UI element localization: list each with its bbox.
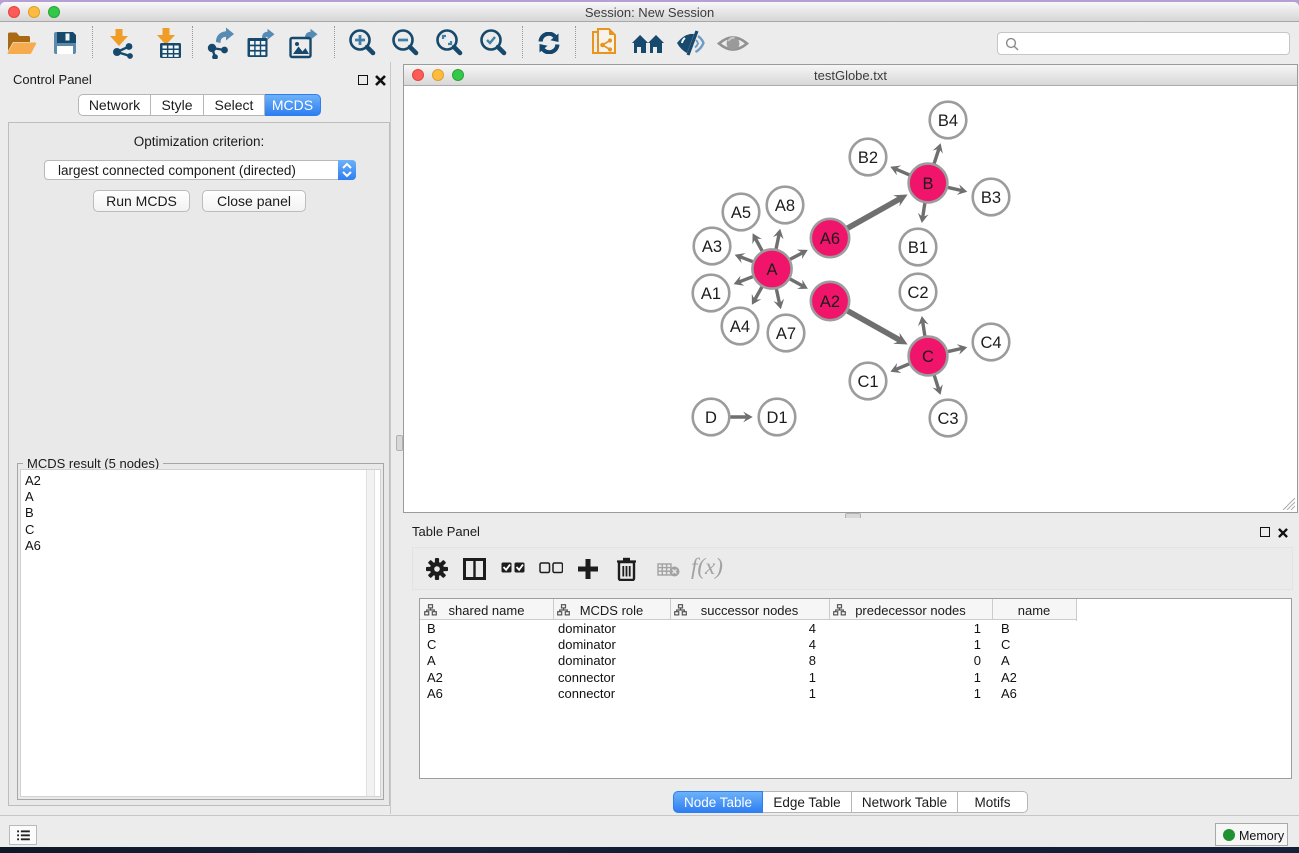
svg-text:B2: B2	[858, 149, 878, 167]
svg-text:C1: C1	[857, 373, 878, 391]
svg-text:A5: A5	[731, 204, 751, 222]
svg-text:A7: A7	[776, 325, 796, 343]
svg-text:B4: B4	[938, 112, 958, 130]
svg-text:C4: C4	[980, 334, 1001, 352]
svg-text:A: A	[766, 261, 777, 279]
svg-text:C: C	[922, 348, 934, 366]
svg-text:C3: C3	[937, 410, 958, 428]
svg-text:A3: A3	[702, 238, 722, 256]
svg-text:B3: B3	[981, 189, 1001, 207]
svg-text:B1: B1	[908, 239, 928, 257]
svg-text:A2: A2	[820, 293, 840, 311]
svg-text:A8: A8	[775, 197, 795, 215]
svg-text:A1: A1	[701, 285, 721, 303]
svg-text:B: B	[922, 175, 933, 193]
svg-text:A4: A4	[730, 318, 750, 336]
svg-text:D: D	[705, 409, 717, 427]
svg-text:C2: C2	[907, 284, 928, 302]
svg-text:A6: A6	[820, 230, 840, 248]
svg-text:D1: D1	[766, 409, 787, 427]
